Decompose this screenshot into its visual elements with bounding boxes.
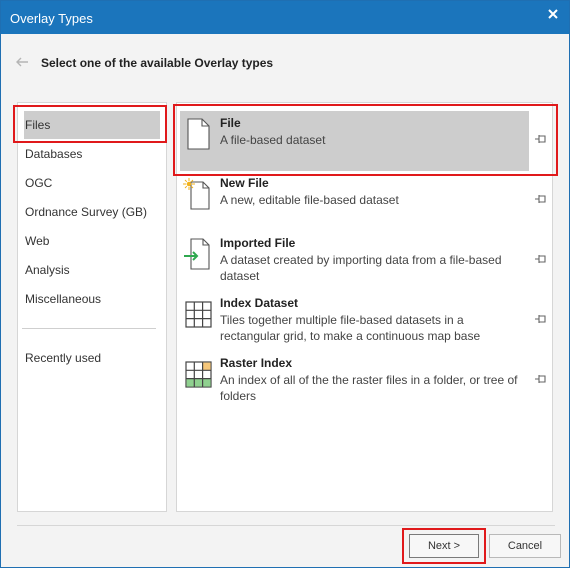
list-item-raster-index[interactable]: Raster Index An index of all of the the … <box>180 351 529 411</box>
pin-icon[interactable] <box>534 133 548 145</box>
item-description: A file-based dataset <box>220 133 326 147</box>
file-icon <box>187 118 210 150</box>
item-name: Imported File <box>220 236 296 250</box>
category-analysis[interactable]: Analysis <box>24 256 160 284</box>
category-files[interactable]: Files <box>24 111 160 139</box>
pin-icon[interactable] <box>534 373 548 385</box>
pin-icon[interactable] <box>534 253 548 265</box>
page-title: Select one of the available Overlay type… <box>41 56 274 70</box>
list-item-file[interactable]: File A file-based dataset <box>180 111 529 171</box>
item-description: Tiles together multiple file-based datas… <box>220 313 481 343</box>
raster-grid-icon <box>185 361 212 388</box>
overlay-types-dialog: Overlay Types Select one of the availabl… <box>0 0 570 568</box>
category-miscellaneous[interactable]: Miscellaneous <box>24 285 160 313</box>
footer-divider <box>17 525 555 526</box>
item-description: A new, editable file-based dataset <box>220 193 399 207</box>
item-name: File <box>220 116 241 130</box>
back-arrow-icon[interactable] <box>15 56 29 68</box>
grid-icon <box>185 301 212 328</box>
category-ordnance-survey[interactable]: Ordnance Survey (GB) <box>24 198 160 226</box>
category-ogc[interactable]: OGC <box>24 169 160 197</box>
pin-icon[interactable] <box>534 193 548 205</box>
category-list: Files Databases OGC Ordnance Survey (GB)… <box>17 102 167 512</box>
title-bar: Overlay Types <box>1 1 569 34</box>
overlay-type-list: File A file-based dataset New File A new… <box>176 102 553 512</box>
category-separator <box>22 328 156 329</box>
next-button[interactable]: Next > <box>409 534 479 558</box>
window-title: Overlay Types <box>10 11 93 26</box>
item-description: An index of all of the the raster files … <box>220 373 518 403</box>
category-web[interactable]: Web <box>24 227 160 255</box>
pin-icon[interactable] <box>534 313 548 325</box>
cancel-button[interactable]: Cancel <box>489 534 561 558</box>
dialog-header: Select one of the available Overlay type… <box>1 34 569 90</box>
item-name: New File <box>220 176 269 190</box>
list-item-new-file[interactable]: New File A new, editable file-based data… <box>180 171 529 231</box>
item-name: Raster Index <box>220 356 293 370</box>
list-item-imported-file[interactable]: Imported File A dataset created by impor… <box>180 231 529 291</box>
new-file-icon <box>183 178 210 210</box>
list-item-index-dataset[interactable]: Index Dataset Tiles together multiple fi… <box>180 291 529 351</box>
import-file-icon <box>184 238 210 270</box>
item-name: Index Dataset <box>220 296 299 310</box>
category-databases[interactable]: Databases <box>24 140 160 168</box>
item-description: A dataset created by importing data from… <box>220 253 502 283</box>
close-icon[interactable] <box>545 6 561 22</box>
category-recently-used[interactable]: Recently used <box>24 344 160 372</box>
